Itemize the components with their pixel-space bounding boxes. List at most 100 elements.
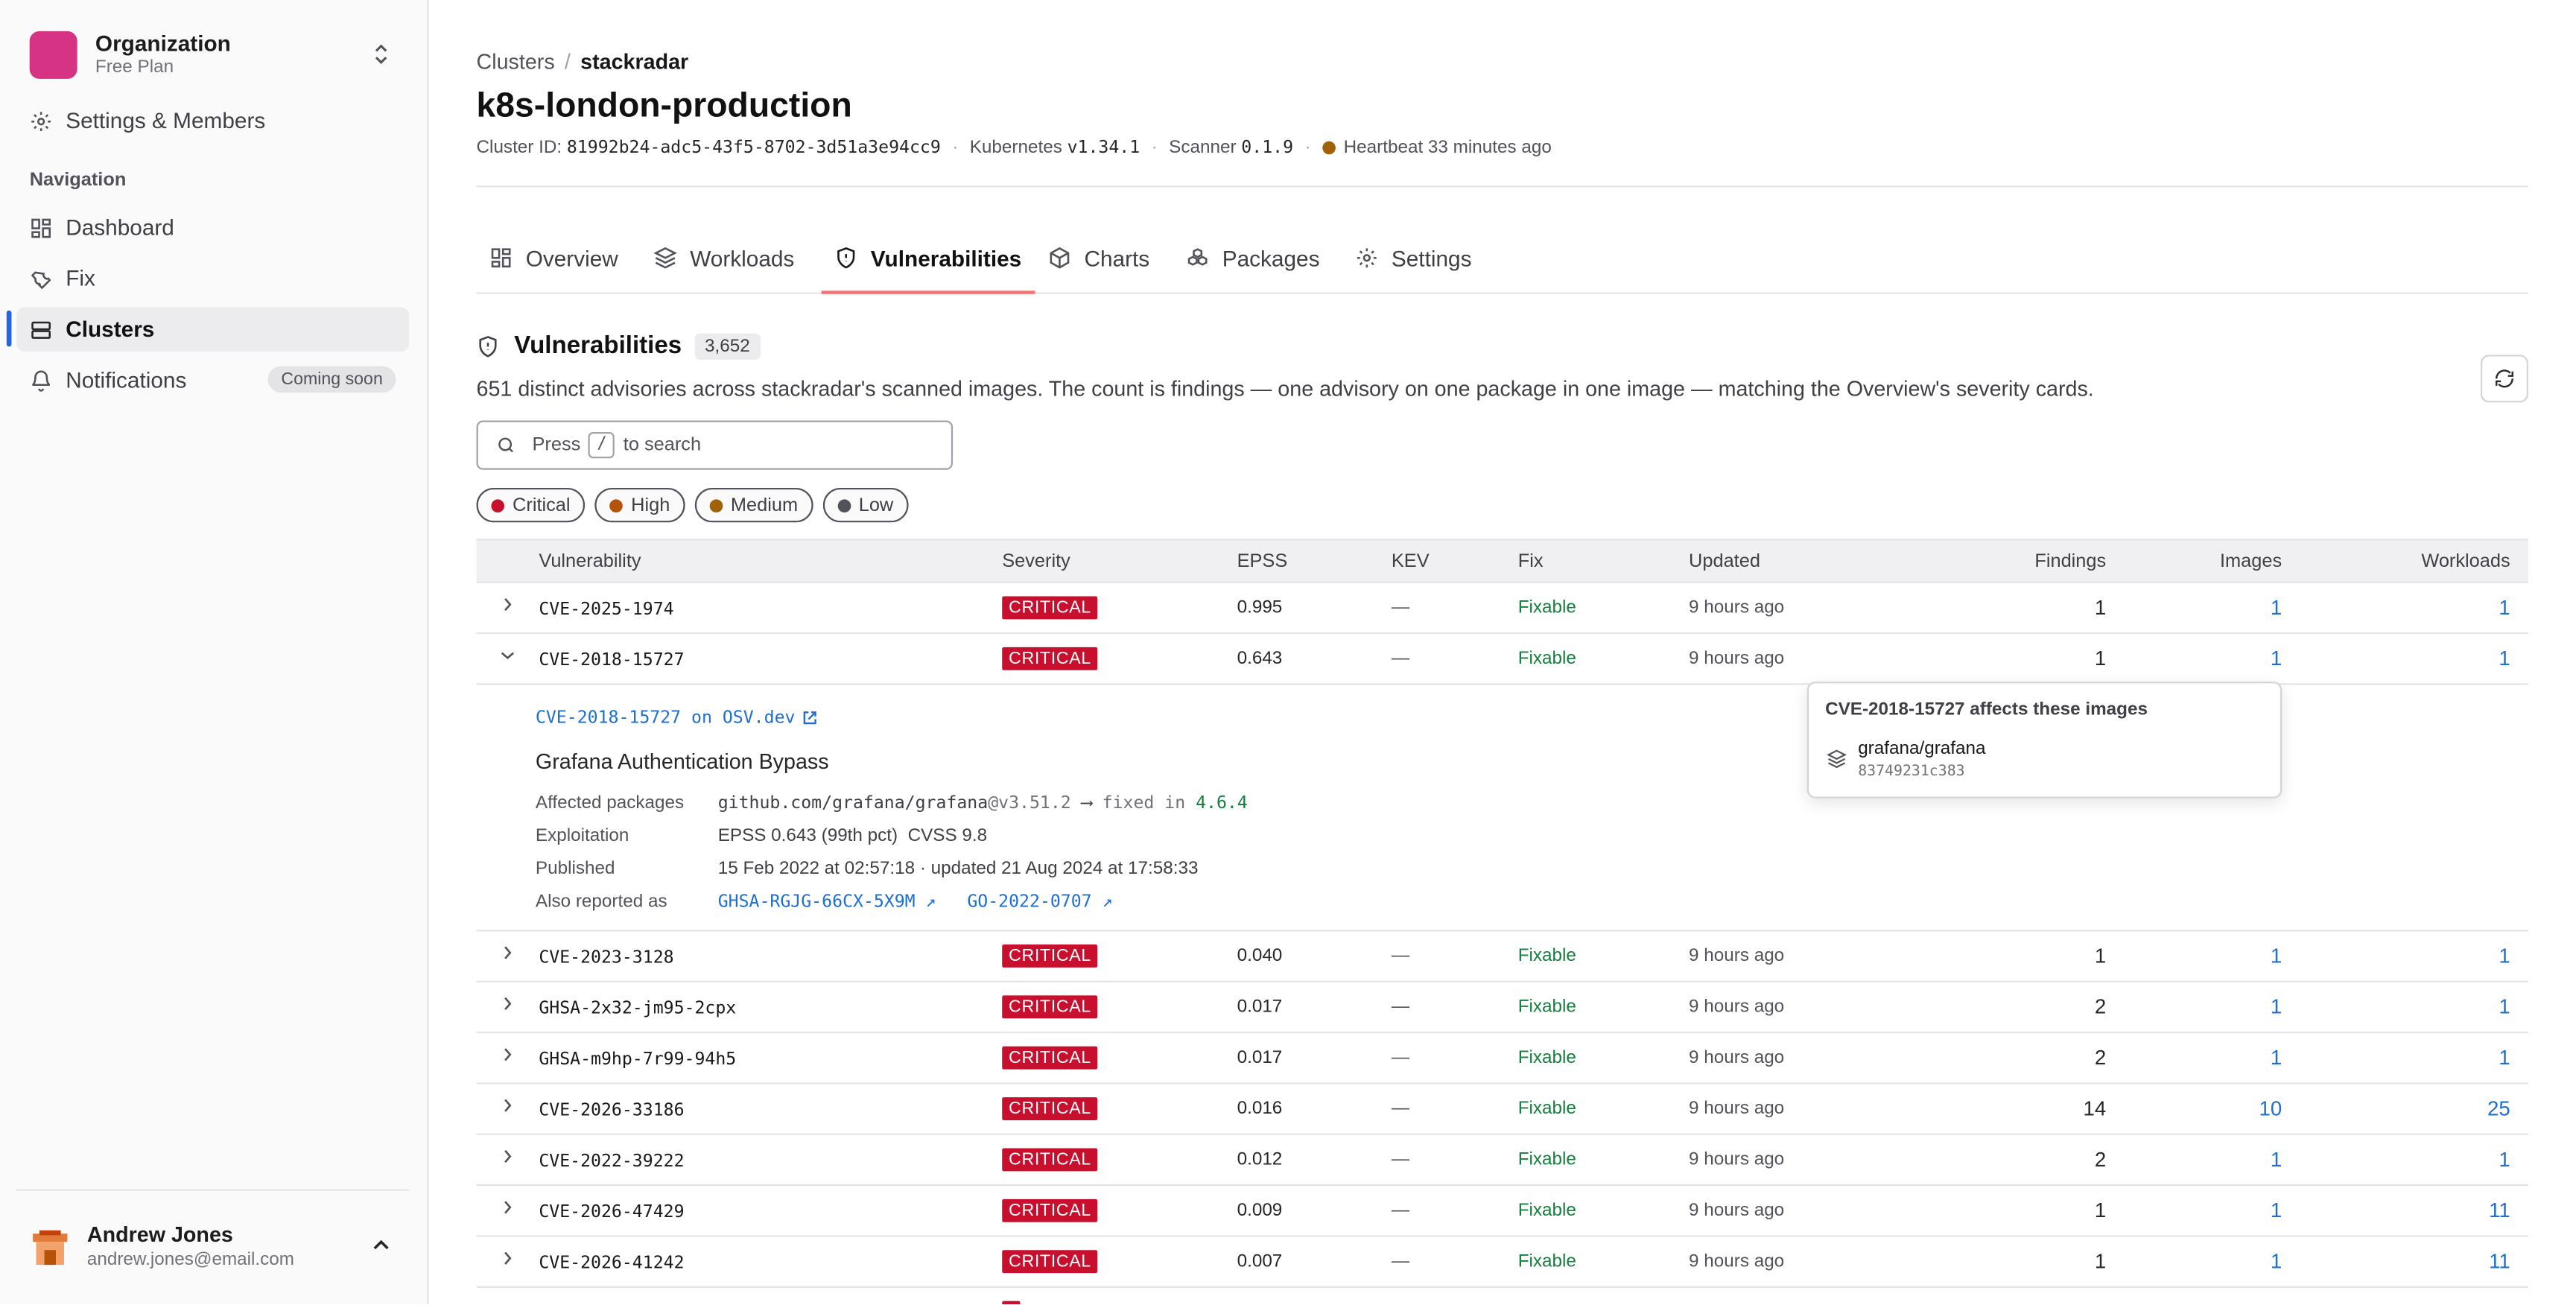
fix-status: Fixable [1517, 597, 1576, 618]
kev-value: — [1391, 597, 1410, 618]
breadcrumb-clusters[interactable]: Clusters [477, 49, 555, 74]
chevron-right-icon[interactable] [499, 597, 515, 613]
org-switcher[interactable]: Organization Free Plan [29, 30, 401, 79]
col-workloads[interactable]: Workloads [2421, 552, 2510, 571]
images-count-link[interactable]: 1 [2271, 1250, 2282, 1273]
breadcrumb: Clusters / stackradar [477, 49, 689, 74]
sidebar-item-dashboard[interactable]: Dashboard [16, 206, 409, 250]
epss-value: 0.995 [1237, 597, 1283, 618]
tab-settings[interactable]: Settings [1342, 223, 1485, 293]
user-menu[interactable]: Andrew Jones andrew.jones@email.com [30, 1219, 401, 1274]
workloads-count-link[interactable]: 1 [2499, 597, 2510, 620]
image-hash: 83749231c383 [1858, 763, 1965, 781]
epss-value: 0.040 [1237, 946, 1283, 966]
tab-packages[interactable]: Packages [1173, 223, 1333, 293]
col-kev[interactable]: KEV [1392, 552, 1430, 571]
col-updated[interactable]: Updated [1689, 552, 1760, 571]
also-reported-label: Also reported as [535, 892, 667, 912]
images-count-link[interactable]: 1 [2271, 597, 2282, 620]
fix-status: Fixable [1517, 1099, 1576, 1119]
chevron-right-icon[interactable] [499, 1047, 515, 1063]
sidebar-item-notifications[interactable]: Notifications Coming soon [16, 358, 409, 403]
workloads-count-link[interactable]: 1 [2499, 944, 2510, 968]
chevron-right-icon[interactable] [499, 1097, 515, 1114]
workloads-count-link[interactable]: 1 [2499, 1149, 2510, 1172]
images-count-link[interactable]: 1 [2271, 944, 2282, 968]
filter-high[interactable]: High [594, 487, 685, 523]
wrench-icon [31, 270, 51, 289]
severity-badge: CRITICAL [1002, 596, 1098, 620]
chevron-right-icon[interactable] [499, 1250, 515, 1266]
workloads-count-link[interactable]: 1 [2499, 995, 2510, 1018]
col-fix[interactable]: Fix [1518, 552, 1544, 571]
filter-label: Critical [513, 495, 571, 515]
search-input[interactable]: Press / to search [476, 420, 954, 470]
image-name[interactable]: grafana/grafana [1858, 739, 1985, 758]
tab-vulnerabilities[interactable]: Vulnerabilities [821, 223, 1035, 294]
section-title: Vulnerabilities [514, 331, 682, 360]
filter-low[interactable]: Low [822, 487, 909, 523]
chevron-right-icon[interactable] [499, 1149, 515, 1165]
chevron-up-icon[interactable] [371, 1235, 390, 1254]
tab-workloads[interactable]: Workloads [641, 223, 808, 293]
col-vulnerability[interactable]: Vulnerability [539, 552, 641, 571]
images-count-link[interactable]: 1 [2271, 647, 2282, 670]
severity-badge: CRITICAL [1002, 1046, 1098, 1070]
tab-label: Overview [525, 245, 618, 270]
fixed-in-version: 4.6.4 [1196, 793, 1248, 813]
refresh-button[interactable] [2481, 355, 2528, 403]
filter-medium[interactable]: Medium [694, 487, 813, 523]
images-count-link[interactable]: 1 [2271, 1047, 2282, 1070]
nav-section-title: Navigation [29, 171, 127, 191]
col-images[interactable]: Images [2220, 552, 2282, 571]
chevron-up-down-icon[interactable] [371, 41, 390, 67]
table-row[interactable]: CVE-2023-3128 CRITICAL 0.040 — Fixable 9… [476, 931, 2528, 982]
images-count-link[interactable]: 1 [2271, 995, 2282, 1018]
meta-separator: · [1304, 138, 1311, 158]
table-row[interactable] [477, 1288, 2528, 1305]
osv-link[interactable]: CVE-2018-15727 on OSV.dev [536, 708, 818, 728]
go-vuln-link[interactable]: GO-2022-0707 ↗ [967, 892, 1112, 911]
col-severity[interactable]: Severity [1002, 552, 1070, 571]
ghsa-link[interactable]: GHSA-RGJG-66CX-5X9M ↗ [718, 892, 936, 911]
chevron-right-icon[interactable] [499, 944, 515, 961]
workloads-count-link[interactable]: 11 [2489, 1199, 2510, 1222]
sidebar-item-clusters[interactable]: Clusters [16, 307, 410, 352]
critical-dot [491, 498, 505, 512]
kev-value: — [1391, 649, 1410, 669]
table-row[interactable]: CVE-2018-15727 CRITICAL 0.643 — Fixable … [476, 634, 2528, 685]
col-epss[interactable]: EPSS [1237, 552, 1288, 571]
workloads-count-link[interactable]: 1 [2499, 1047, 2510, 1070]
table-row[interactable]: GHSA-m9hp-7r99-94h5 CRITICAL 0.017 — Fix… [476, 1033, 2528, 1085]
divider [476, 185, 2528, 188]
sidebar-item-fix[interactable]: Fix [16, 256, 409, 301]
table-row[interactable]: CVE-2026-41242 CRITICAL 0.007 — Fixable … [476, 1237, 2528, 1288]
chevron-right-icon[interactable] [499, 1199, 515, 1216]
kubernetes-label: Kubernetes [969, 138, 1062, 158]
workloads-count-link[interactable]: 25 [2487, 1097, 2510, 1120]
images-count-link[interactable]: 1 [2271, 1149, 2282, 1172]
tab-charts[interactable]: Charts [1035, 223, 1162, 293]
images-count-link[interactable]: 10 [2259, 1097, 2282, 1120]
images-count-link[interactable]: 1 [2271, 1199, 2282, 1222]
updated-time: 9 hours ago [1689, 649, 1785, 669]
table-row[interactable]: CVE-2022-39222 CRITICAL 0.012 — Fixable … [476, 1135, 2528, 1187]
workloads-count-link[interactable]: 11 [2489, 1250, 2510, 1273]
col-findings[interactable]: Findings [2034, 552, 2106, 571]
filter-critical[interactable]: Critical [476, 487, 586, 523]
chevron-right-icon[interactable] [499, 995, 515, 1012]
settings-members-link[interactable]: Settings & Members [16, 98, 409, 143]
table-row[interactable]: CVE-2025-1974 CRITICAL 0.995 — Fixable 9… [476, 583, 2528, 635]
findings-count: 1 [2094, 596, 2107, 620]
layers-icon [653, 247, 677, 269]
table-row[interactable]: CVE-2026-47429 CRITICAL 0.009 — Fixable … [476, 1186, 2528, 1237]
settings-members-label: Settings & Members [66, 108, 266, 133]
cluster-id: 81992b24-adc5-43f5-8702-3d51a3e94cc9 [566, 138, 941, 158]
vulnerability-id: CVE-2023-3128 [539, 947, 674, 968]
table-row[interactable]: GHSA-2x32-jm95-2cpx CRITICAL 0.017 — Fix… [476, 982, 2528, 1034]
table-row[interactable]: CVE-2026-33186 CRITICAL 0.016 — Fixable … [476, 1084, 2528, 1135]
workloads-count-link[interactable]: 1 [2499, 647, 2510, 670]
tab-overview[interactable]: Overview [477, 223, 632, 293]
published-label: Published [535, 859, 615, 879]
chevron-down-icon[interactable] [499, 647, 515, 664]
